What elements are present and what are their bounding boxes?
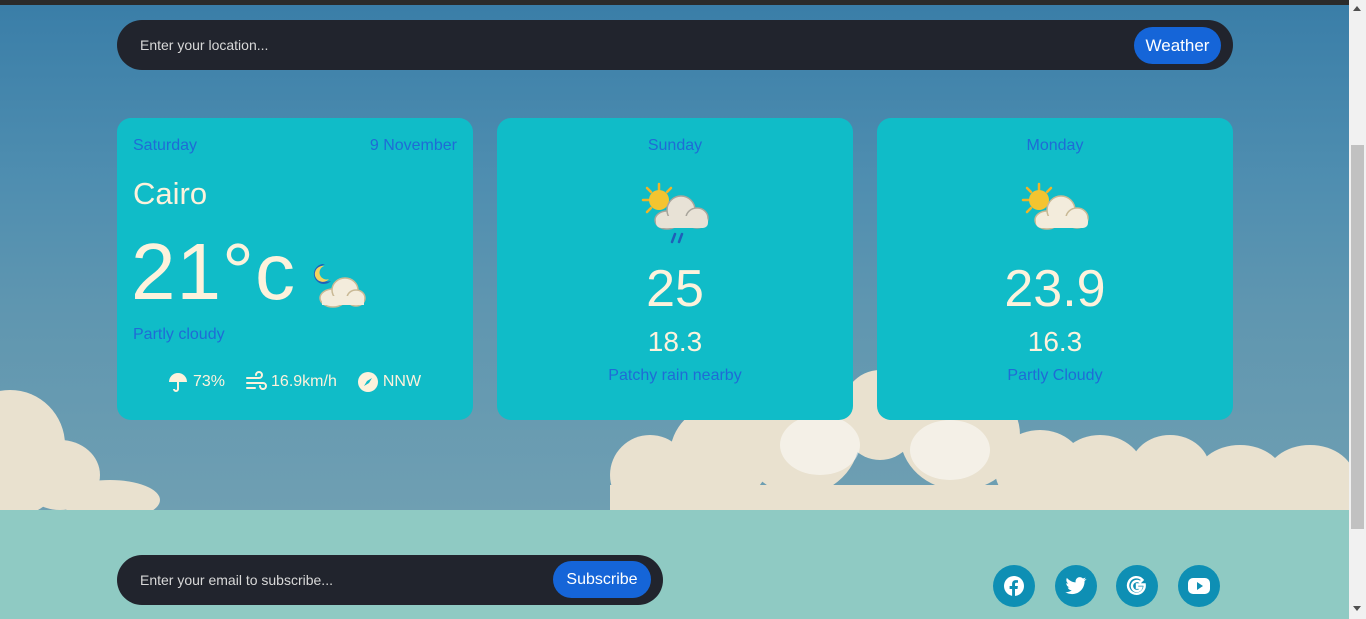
today-day: Saturday — [133, 137, 198, 154]
today-stats: 73% 16.9km/h NNW — [167, 370, 441, 394]
forecast-min-temp: 16.3 — [1027, 326, 1083, 357]
sun-cloud-rain-icon — [641, 182, 709, 244]
humidity-value: 73% — [193, 373, 226, 390]
subscribe-bar: Subscribe — [117, 555, 663, 605]
youtube-button[interactable] — [1178, 565, 1220, 607]
forecast-condition: Patchy rain nearby — [608, 367, 742, 384]
forecast-min-temp: 18.3 — [647, 326, 703, 357]
today-card: Saturday 9 November Cairo 21°c Partly cl… — [117, 118, 473, 420]
subscribe-button[interactable]: Subscribe — [553, 561, 651, 598]
email-input[interactable] — [140, 572, 540, 588]
weather-button[interactable]: Weather — [1134, 27, 1221, 64]
humidity-stat: 73% — [167, 371, 225, 393]
twitter-button[interactable] — [1055, 565, 1097, 607]
youtube-icon — [1188, 578, 1210, 594]
forecast-day: Sunday — [647, 137, 703, 154]
scroll-down-arrow[interactable] — [1353, 606, 1361, 611]
current-temperature: 21°c — [131, 227, 296, 316]
facebook-button[interactable] — [993, 565, 1035, 607]
compass-icon — [357, 372, 378, 392]
wind-direction-stat: NNW — [357, 371, 421, 393]
scrollbar[interactable] — [1349, 0, 1366, 619]
forecast-max-temp: 25 — [646, 260, 704, 318]
wind-direction-value: NNW — [382, 373, 422, 390]
wind-stat: 16.9km/h — [245, 371, 337, 393]
umbrella-icon — [169, 373, 187, 392]
scroll-up-arrow[interactable] — [1353, 6, 1361, 11]
google-icon — [1126, 575, 1146, 595]
location-search-bar: Weather — [117, 20, 1233, 70]
forecast-card-monday: Monday 23.9 16.3 Partly Cloudy — [877, 118, 1233, 420]
google-button[interactable] — [1116, 565, 1158, 607]
forecast-card-sunday: Sunday 25 18.3 Patchy rain nearby — [497, 118, 853, 420]
forecast-condition: Partly Cloudy — [1007, 367, 1103, 384]
city-name: Cairo — [133, 176, 208, 211]
sun-cloud-icon — [1021, 182, 1089, 230]
location-input[interactable] — [140, 37, 1040, 53]
moon-cloud-icon — [313, 263, 366, 308]
wind-icon — [246, 371, 267, 390]
scroll-thumb[interactable] — [1351, 145, 1364, 529]
today-condition: Partly cloudy — [133, 326, 225, 343]
facebook-icon — [1004, 576, 1024, 596]
forecast-day: Monday — [1026, 137, 1084, 154]
wind-speed-value: 16.9km/h — [271, 373, 337, 390]
today-date: 9 November — [369, 137, 457, 154]
twitter-icon — [1065, 577, 1087, 595]
forecast-max-temp: 23.9 — [1004, 260, 1106, 318]
